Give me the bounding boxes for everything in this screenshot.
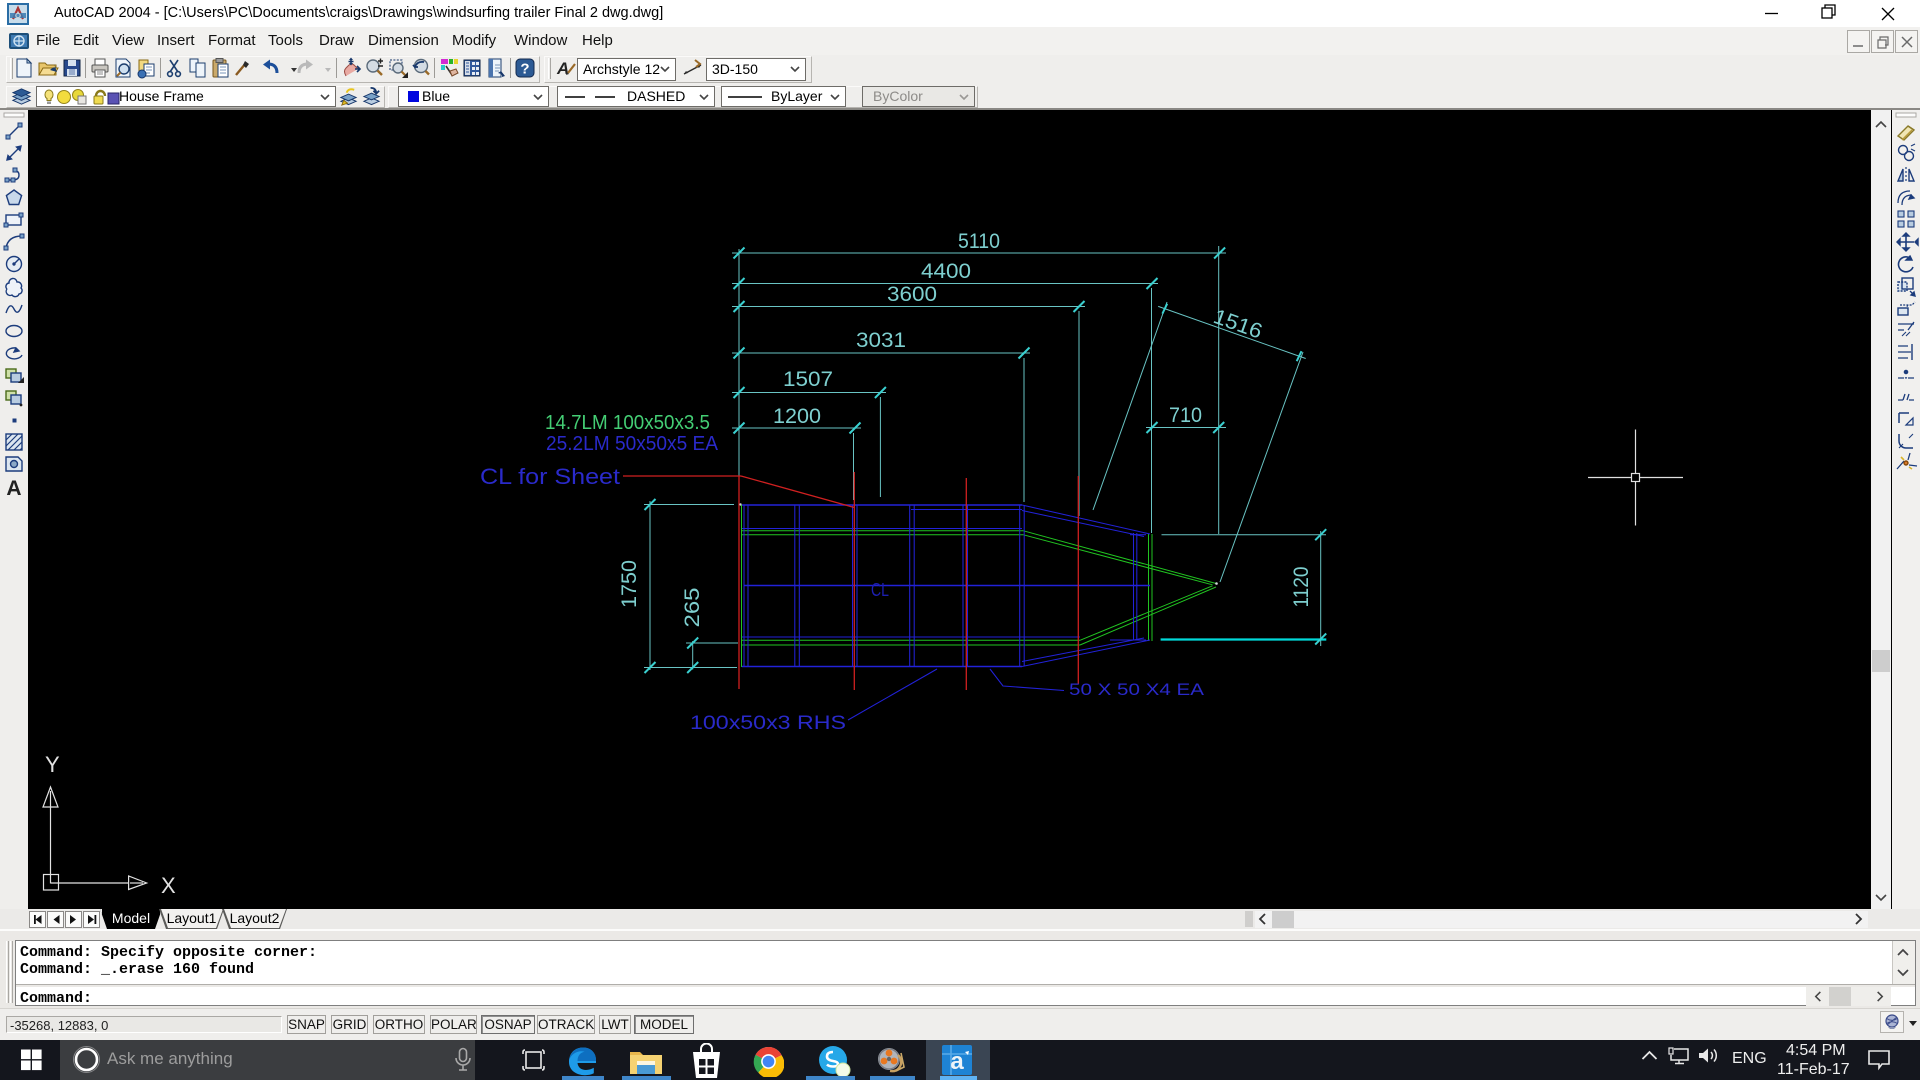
svg-text:CL: CL xyxy=(871,580,889,600)
svg-text:CL for Sheet: CL for Sheet xyxy=(480,464,620,489)
svg-text:1750: 1750 xyxy=(618,560,641,608)
svg-text:100x50x3 RHS: 100x50x3 RHS xyxy=(690,712,846,734)
svg-text:Y: Y xyxy=(45,752,60,777)
svg-text:A: A xyxy=(556,59,569,78)
svg-text:?: ? xyxy=(520,61,529,78)
svg-text:1200: 1200 xyxy=(773,405,821,428)
svg-text:3600: 3600 xyxy=(887,283,937,306)
svg-text:X: X xyxy=(161,873,176,898)
svg-text:14.7LM 100x50x3.5: 14.7LM 100x50x3.5 xyxy=(545,412,710,434)
svg-text:50 X 50 X4 EA: 50 X 50 X4 EA xyxy=(1069,680,1205,699)
svg-text:4400: 4400 xyxy=(921,260,971,283)
svg-text:1120: 1120 xyxy=(1290,567,1313,608)
svg-text:3031: 3031 xyxy=(856,329,906,352)
svg-text:a: a xyxy=(950,1048,964,1075)
svg-text:25.2LM 50x50x5 EA: 25.2LM 50x50x5 EA xyxy=(546,433,719,455)
svg-text:1507: 1507 xyxy=(783,368,833,391)
svg-text:265: 265 xyxy=(681,588,704,628)
svg-text:5110: 5110 xyxy=(958,230,1000,253)
svg-text:710: 710 xyxy=(1169,404,1202,427)
svg-text:A: A xyxy=(6,477,21,500)
